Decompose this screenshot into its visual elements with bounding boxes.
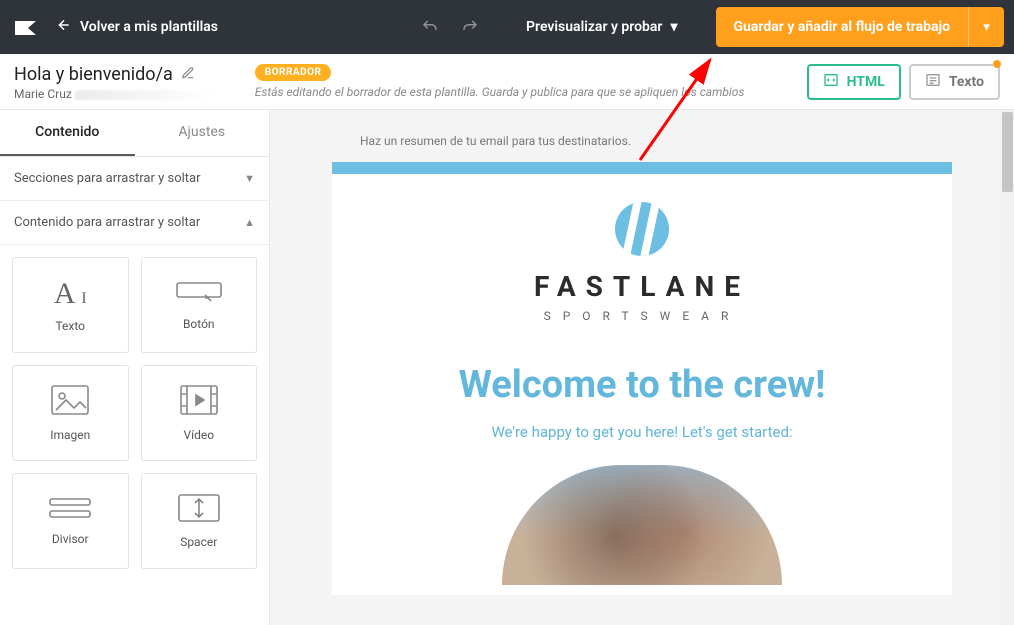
content-drag-label: Contenido para arrastrar y soltar <box>14 215 200 230</box>
author-name: Marie Cruz <box>14 87 72 101</box>
text-block-icon: A I <box>54 277 87 311</box>
left-panel: Contenido Ajustes Secciones para arrastr… <box>0 110 270 625</box>
draft-note: Estás editando el borrador de esta plant… <box>255 85 745 99</box>
top-center: Previsualizar y probar ▾ Guardar y añadi… <box>416 7 1004 47</box>
html-label: HTML <box>847 74 885 90</box>
tile-image-label: Imagen <box>50 428 90 442</box>
content-tile-grid: A I Texto Botón Imagen Vídeo <box>0 245 269 581</box>
template-title: Hola y bienvenido/a <box>14 64 173 85</box>
title-area: Hola y bienvenido/a Marie Cruz <box>14 64 215 101</box>
draft-badge: BORRADOR <box>255 64 332 81</box>
brand-logo-icon <box>615 202 669 260</box>
tile-spacer-label: Spacer <box>180 535 217 549</box>
video-block-icon <box>179 384 219 420</box>
hero-image <box>502 465 782 585</box>
sections-to-drag-header[interactable]: Secciones para arrastrar y soltar ▼ <box>0 157 269 201</box>
email-body[interactable]: FASTLANE SPORTSWEAR Welcome to the crew!… <box>332 162 952 595</box>
tile-divider-label: Divisor <box>52 532 89 546</box>
top-bar: Volver a mis plantillas Previsualizar y … <box>0 0 1014 54</box>
sections-label: Secciones para arrastrar y soltar <box>14 171 201 186</box>
chevron-down-icon: ▾ <box>983 20 990 35</box>
text-label: Texto <box>949 74 984 90</box>
tile-text-label: Texto <box>55 319 85 333</box>
text-icon <box>925 72 941 92</box>
tile-button-label: Botón <box>183 317 215 331</box>
spacer-block-icon <box>177 493 221 527</box>
title-row: Hola y bienvenido/a <box>14 64 215 85</box>
divider-block-icon <box>48 496 92 524</box>
email-brand-block[interactable]: FASTLANE SPORTSWEAR <box>332 174 952 333</box>
sub-header: Hola y bienvenido/a Marie Cruz BORRADOR … <box>0 54 1014 110</box>
draft-area: BORRADOR Estás editando el borrador de e… <box>255 64 745 99</box>
scrollbar-track <box>1001 110 1014 625</box>
author-email-redacted <box>75 90 215 100</box>
brand-subtitle: SPORTSWEAR <box>332 309 952 323</box>
view-toggle: HTML Texto <box>807 64 1000 100</box>
edit-title-icon[interactable] <box>181 66 195 84</box>
main-area: Contenido Ajustes Secciones para arrastr… <box>0 110 1014 625</box>
back-label: Volver a mis plantillas <box>80 19 218 35</box>
email-accent-bar <box>332 162 952 174</box>
save-dropdown-button[interactable]: ▾ <box>968 7 1004 47</box>
content-to-drag-header[interactable]: Contenido para arrastrar y soltar ▲ <box>0 201 269 245</box>
tile-image[interactable]: Imagen <box>12 365 129 461</box>
image-block-icon <box>50 384 90 420</box>
html-view-button[interactable]: HTML <box>807 64 901 100</box>
tile-spacer[interactable]: Spacer <box>141 473 258 569</box>
scrollbar-thumb[interactable] <box>1002 112 1013 192</box>
email-preheader[interactable]: Haz un resumen de tu email para tus dest… <box>270 110 1014 162</box>
preview-and-test-button[interactable]: Previsualizar y probar ▾ <box>526 19 677 35</box>
tab-content[interactable]: Contenido <box>0 110 135 156</box>
tile-button[interactable]: Botón <box>141 257 258 353</box>
save-button-group: Guardar y añadir al flujo de trabajo ▾ <box>716 7 1005 47</box>
button-block-icon <box>175 279 223 309</box>
app-logo-icon <box>10 9 46 45</box>
tile-text[interactable]: A I Texto <box>12 257 129 353</box>
save-label: Guardar y añadir al flujo de trabajo <box>734 19 951 35</box>
undo-button[interactable] <box>416 13 444 41</box>
back-to-templates-link[interactable]: Volver a mis plantillas <box>56 17 218 37</box>
tile-divider[interactable]: Divisor <box>12 473 129 569</box>
tab-settings[interactable]: Ajustes <box>135 110 270 156</box>
chevron-down-icon: ▼ <box>244 172 255 185</box>
left-tabs: Contenido Ajustes <box>0 110 269 157</box>
welcome-text: We're happy to get you here! Let's get s… <box>352 423 932 441</box>
canvas[interactable]: Haz un resumen de tu email para tus dest… <box>270 110 1014 625</box>
tile-video-label: Vídeo <box>183 428 214 442</box>
template-author: Marie Cruz <box>14 87 215 101</box>
arrow-left-icon <box>56 17 72 37</box>
email-welcome-block[interactable]: Welcome to the crew! We're happy to get … <box>332 333 952 595</box>
notification-dot-icon <box>993 60 1001 68</box>
welcome-heading: Welcome to the crew! <box>352 363 932 407</box>
redo-button[interactable] <box>456 13 484 41</box>
code-icon <box>823 72 839 92</box>
text-view-button[interactable]: Texto <box>909 64 1000 100</box>
brand-name: FASTLANE <box>332 270 952 303</box>
chevron-down-icon: ▾ <box>670 19 677 35</box>
preview-label: Previsualizar y probar <box>526 19 662 35</box>
tile-video[interactable]: Vídeo <box>141 365 258 461</box>
chevron-up-icon: ▲ <box>244 216 255 229</box>
save-and-add-to-workflow-button[interactable]: Guardar y añadir al flujo de trabajo <box>716 7 969 47</box>
